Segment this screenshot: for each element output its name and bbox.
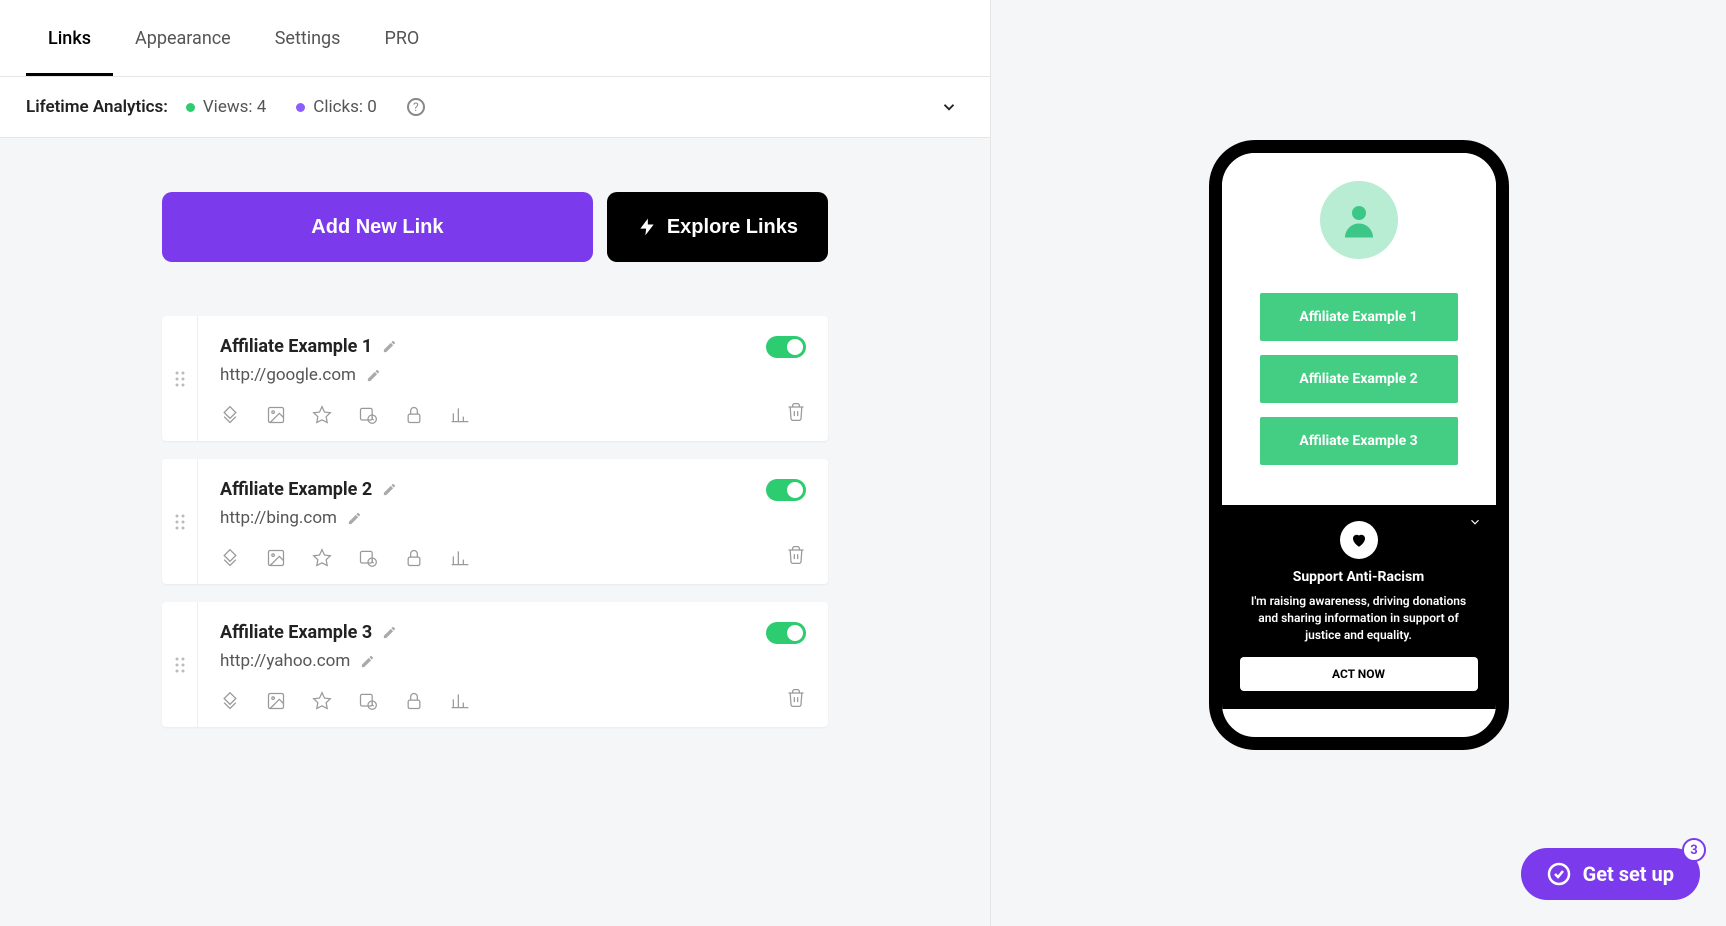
lock-icon[interactable]: [404, 691, 424, 711]
explore-links-button[interactable]: Explore Links: [607, 192, 828, 262]
delete-icon[interactable]: [786, 544, 806, 566]
schedule-icon[interactable]: [358, 548, 378, 568]
link-url: http://yahoo.com: [220, 651, 350, 671]
drag-handle-icon[interactable]: [162, 602, 198, 727]
link-toggle[interactable]: [766, 479, 806, 501]
clicks-stat: Clicks: 0: [296, 97, 377, 117]
drag-handle-icon[interactable]: [162, 316, 198, 441]
preview-panel: Affiliate Example 1 Affiliate Example 2 …: [990, 0, 1726, 926]
edit-title-icon[interactable]: [382, 625, 397, 640]
views-value: Views: 4: [203, 97, 266, 117]
link-toggle[interactable]: [766, 622, 806, 644]
act-now-button[interactable]: ACT NOW: [1240, 657, 1478, 691]
thumbnail-icon[interactable]: [266, 548, 286, 568]
edit-url-icon[interactable]: [360, 654, 375, 669]
edit-title-icon[interactable]: [382, 482, 397, 497]
banner-title: Support Anti-Racism: [1240, 569, 1478, 585]
check-circle-icon: [1547, 862, 1571, 886]
tab-links[interactable]: Links: [26, 0, 113, 76]
avatar-icon: [1320, 181, 1398, 259]
setup-label: Get set up: [1583, 862, 1674, 886]
star-icon[interactable]: [312, 548, 332, 568]
preview-banner: Support Anti-Racism I'm raising awarenes…: [1222, 505, 1496, 709]
preview-link[interactable]: Affiliate Example 2: [1260, 355, 1458, 403]
star-icon[interactable]: [312, 691, 332, 711]
stats-icon[interactable]: [450, 548, 470, 568]
drag-handle-icon[interactable]: [162, 459, 198, 584]
stats-icon[interactable]: [450, 691, 470, 711]
lock-icon[interactable]: [404, 548, 424, 568]
leap-link-icon[interactable]: [220, 691, 240, 711]
phone-preview: Affiliate Example 1 Affiliate Example 2 …: [1209, 140, 1509, 750]
link-title: Affiliate Example 2: [220, 479, 372, 500]
link-title: Affiliate Example 1: [220, 336, 372, 357]
link-title: Affiliate Example 3: [220, 622, 372, 643]
delete-icon[interactable]: [786, 401, 806, 423]
bolt-icon: [637, 214, 657, 240]
leap-link-icon[interactable]: [220, 405, 240, 425]
analytics-bar: Lifetime Analytics: Views: 4 Clicks: 0 ?: [0, 77, 990, 138]
link-url: http://bing.com: [220, 508, 337, 528]
views-stat: Views: 4: [186, 97, 266, 117]
link-url: http://google.com: [220, 365, 356, 385]
get-set-up-button[interactable]: Get set up 3: [1521, 848, 1700, 900]
link-toggle[interactable]: [766, 336, 806, 358]
link-card: Affiliate Example 2 http://bing.com: [162, 459, 828, 584]
preview-link[interactable]: Affiliate Example 1: [1260, 293, 1458, 341]
thumbnail-icon[interactable]: [266, 691, 286, 711]
setup-count-badge: 3: [1682, 838, 1706, 862]
add-new-link-button[interactable]: Add New Link: [162, 192, 593, 262]
lock-icon[interactable]: [404, 405, 424, 425]
schedule-icon[interactable]: [358, 691, 378, 711]
tab-pro[interactable]: PRO: [362, 0, 441, 76]
explore-label: Explore Links: [667, 216, 798, 239]
leap-link-icon[interactable]: [220, 548, 240, 568]
thumbnail-icon[interactable]: [266, 405, 286, 425]
edit-url-icon[interactable]: [366, 368, 381, 383]
preview-link[interactable]: Affiliate Example 3: [1260, 417, 1458, 465]
link-card: Affiliate Example 1 http://google.com: [162, 316, 828, 441]
schedule-icon[interactable]: [358, 405, 378, 425]
banner-chevron-down-icon[interactable]: [1468, 515, 1482, 529]
link-card: Affiliate Example 3 http://yahoo.com: [162, 602, 828, 727]
star-icon[interactable]: [312, 405, 332, 425]
banner-text: I'm raising awareness, driving donations…: [1240, 593, 1478, 643]
delete-icon[interactable]: [786, 687, 806, 709]
top-tabs: Links Appearance Settings PRO: [0, 0, 990, 77]
heart-icon: [1340, 521, 1378, 559]
edit-title-icon[interactable]: [382, 339, 397, 354]
analytics-label: Lifetime Analytics:: [26, 97, 168, 117]
main-content: Add New Link Explore Links Affiliate Exa…: [0, 138, 990, 926]
clicks-value: Clicks: 0: [313, 97, 377, 117]
stats-icon[interactable]: [450, 405, 470, 425]
help-icon[interactable]: ?: [407, 98, 425, 116]
clicks-dot-icon: [296, 103, 305, 112]
views-dot-icon: [186, 103, 195, 112]
edit-url-icon[interactable]: [347, 511, 362, 526]
analytics-chevron-down-icon[interactable]: [940, 98, 958, 116]
tab-appearance[interactable]: Appearance: [113, 0, 253, 76]
tab-settings[interactable]: Settings: [253, 0, 363, 76]
